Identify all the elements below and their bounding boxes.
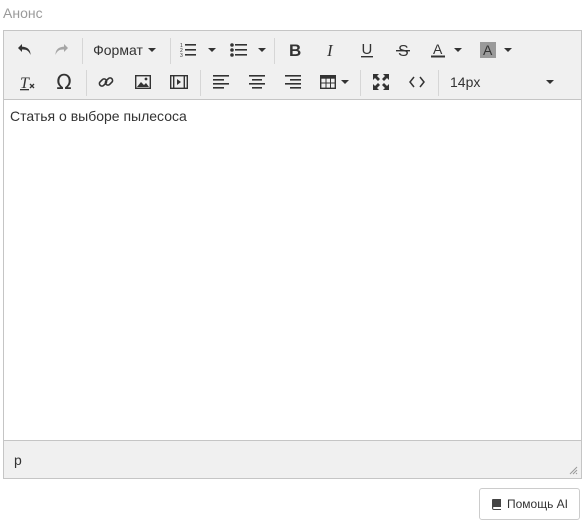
editor-content[interactable]: Статья о выборе пылесоса	[4, 100, 581, 440]
font-size-dropdown[interactable]: 14px	[440, 68, 562, 96]
element-path[interactable]: p	[14, 452, 22, 468]
svg-text:3: 3	[180, 53, 183, 58]
svg-text:A: A	[483, 42, 493, 58]
resize-handle-icon[interactable]	[568, 465, 578, 475]
chevron-down-icon[interactable]	[258, 48, 266, 52]
redo-button[interactable]	[46, 36, 76, 64]
svg-text:T: T	[20, 75, 30, 91]
svg-text:U: U	[362, 42, 373, 58]
underline-button[interactable]: U	[352, 36, 382, 64]
rich-text-editor: Формат 1 2 3 B I U S A A T Ω 14px Статья…	[3, 30, 582, 479]
link-button[interactable]	[91, 68, 121, 96]
background-color-button[interactable]: A	[474, 36, 518, 64]
toolbar-separator	[82, 38, 83, 64]
content-paragraph[interactable]: Статья о выборе пылесоса	[10, 108, 187, 124]
image-icon	[135, 75, 151, 89]
editor-statusbar: p	[4, 440, 581, 478]
source-code-button[interactable]	[402, 68, 432, 96]
link-icon	[98, 77, 114, 87]
align-center-button[interactable]	[242, 68, 272, 96]
book-icon	[491, 499, 501, 510]
undo-icon	[18, 44, 31, 55]
italic-icon: I	[326, 42, 334, 58]
align-right-icon	[285, 75, 301, 89]
svg-text:A: A	[433, 42, 443, 57]
redo-icon	[55, 44, 68, 55]
chevron-down-icon[interactable]	[208, 48, 216, 52]
fullscreen-icon	[373, 74, 389, 90]
chevron-down-icon[interactable]	[454, 48, 462, 52]
table-button[interactable]	[314, 68, 354, 96]
italic-button[interactable]: I	[316, 36, 346, 64]
bold-button[interactable]: B	[280, 36, 310, 64]
toolbar-row-2: T Ω 14px	[4, 66, 581, 98]
special-char-button[interactable]: Ω	[49, 68, 79, 96]
special-char-icon: Ω	[56, 70, 72, 94]
media-button[interactable]	[164, 68, 194, 96]
field-label: Анонс	[3, 5, 43, 21]
align-right-button[interactable]	[278, 68, 308, 96]
toolbar-separator	[170, 38, 171, 64]
align-left-button[interactable]	[206, 68, 236, 96]
fullscreen-button[interactable]	[366, 68, 396, 96]
align-center-icon	[249, 75, 265, 89]
image-button[interactable]	[128, 68, 158, 96]
chevron-down-icon	[546, 80, 554, 84]
align-left-icon	[213, 75, 229, 89]
text-color-button[interactable]: A	[424, 36, 468, 64]
background-color-icon: A	[480, 42, 496, 58]
clear-formatting-button[interactable]: T	[12, 68, 42, 96]
strikethrough-button[interactable]: S	[388, 36, 418, 64]
format-dropdown-label: Формат	[93, 42, 143, 58]
toolbar-separator	[274, 38, 275, 64]
underline-icon: U	[361, 42, 373, 58]
svg-text:I: I	[326, 42, 334, 58]
source-code-icon	[409, 76, 425, 88]
toolbar-separator	[86, 70, 87, 96]
format-dropdown[interactable]: Формат	[87, 36, 162, 64]
text-color-icon: A	[431, 42, 445, 58]
bullet-list-button[interactable]	[226, 36, 270, 64]
svg-text:B: B	[289, 42, 301, 58]
bullet-list-icon	[230, 43, 247, 57]
chevron-down-icon	[147, 48, 156, 52]
media-icon	[170, 75, 188, 89]
clear-formatting-icon: T	[20, 75, 35, 91]
chevron-down-icon[interactable]	[504, 48, 512, 52]
numbered-list-icon: 1 2 3	[180, 43, 196, 58]
chevron-down-icon[interactable]	[340, 80, 349, 84]
strikethrough-icon: S	[396, 43, 410, 58]
editor-toolbar: Формат 1 2 3 B I U S A A T Ω 14px	[4, 31, 581, 100]
toolbar-row-1: Формат 1 2 3 B I U S A A	[4, 34, 581, 66]
numbered-list-button[interactable]: 1 2 3	[176, 36, 220, 64]
ai-help-label: Помощь AI	[506, 497, 569, 511]
toolbar-separator	[438, 70, 439, 96]
bold-icon: B	[289, 42, 301, 58]
toolbar-separator	[360, 70, 361, 96]
undo-button[interactable]	[10, 36, 40, 64]
table-icon	[319, 75, 336, 89]
toolbar-separator	[200, 70, 201, 96]
font-size-value: 14px	[450, 74, 481, 90]
ai-help-button[interactable]: Помощь AI	[479, 488, 580, 520]
